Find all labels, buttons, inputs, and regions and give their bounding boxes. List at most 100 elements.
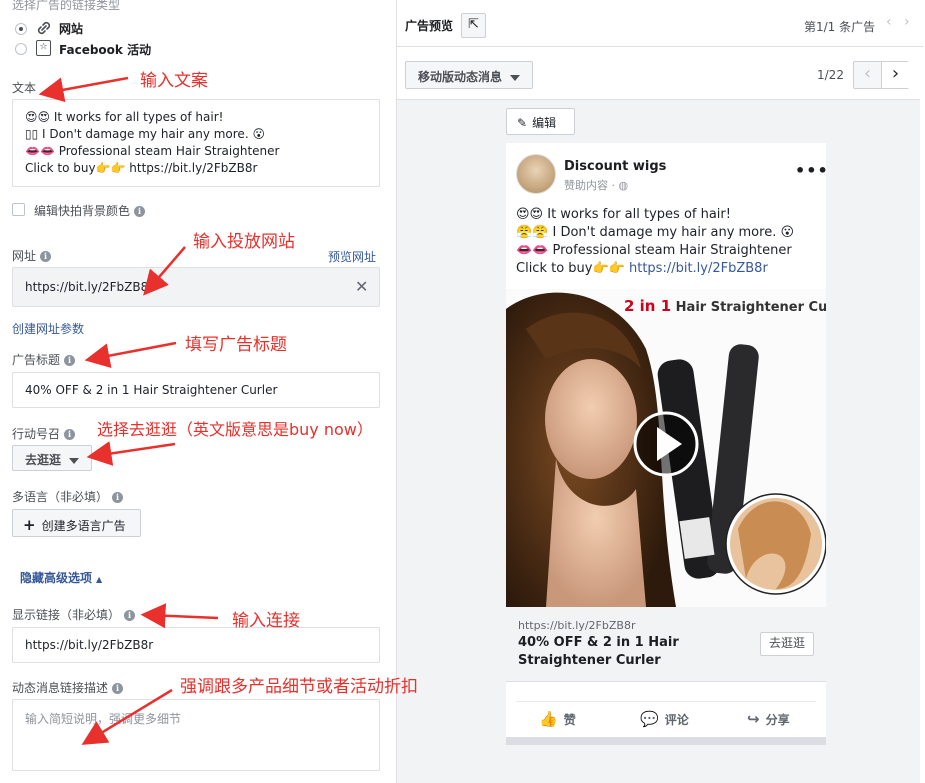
link-icon	[35, 19, 53, 37]
headline-label: 广告标题	[12, 353, 61, 367]
text-line: Click to buy👉👉 https://bit.ly/2FbZB8r	[25, 161, 258, 175]
more-options-icon[interactable]: •••	[795, 161, 829, 180]
share-icon: ↪	[747, 710, 760, 728]
preview-title: 广告预览	[405, 19, 454, 33]
create-url-params-link[interactable]: 创建网址参数	[12, 320, 84, 337]
placement-value: 移动版动态消息	[418, 70, 503, 84]
card-footer-bar	[506, 737, 826, 745]
display-link-input[interactable]: https://bit.ly/2FbZB8r	[12, 627, 380, 663]
thumbs-up-icon: 👍	[539, 710, 558, 728]
open-external-icon[interactable]: ⇱	[461, 13, 486, 38]
post-text: 😍😍 It works for all types of hair! 😤😤 I …	[516, 206, 821, 278]
headline-input-value: 40% OFF & 2 in 1 Hair Straightener Curle…	[25, 383, 278, 397]
caret-down-icon	[69, 457, 80, 464]
prev-page-icon[interactable]: ‹	[854, 62, 881, 88]
clear-icon[interactable]: ✕	[355, 277, 368, 296]
pager: ‹ ›	[853, 61, 909, 89]
radio-facebook-event[interactable]	[15, 43, 27, 55]
cta-label: 行动号召	[12, 427, 61, 441]
plus-icon: +	[23, 516, 36, 534]
annotation-text: 输入文案	[140, 71, 208, 91]
link-type-label: 选择广告的链接类型	[12, 0, 121, 12]
multilang-label: 多语言（非必填）	[12, 490, 109, 504]
ad-image-art	[506, 292, 826, 607]
text-label: 文本	[12, 81, 37, 95]
share-label: 分享	[765, 713, 790, 727]
ad-preview-panel: 广告预览 ⇱ 第1/1 条广告 ‹ › 移动版动态消息 1/22 ‹ › ✎ 编辑…	[397, 0, 925, 783]
url-label: 网址	[12, 249, 37, 263]
globe-icon: ◍	[618, 179, 629, 192]
post-link[interactable]: https://bit.ly/2FbZB8r	[629, 261, 768, 276]
post-line: 👄👄 Professional steam Hair Straightener	[516, 243, 792, 258]
placement-dropdown[interactable]: 移动版动态消息	[405, 61, 533, 89]
link-headline: 40% OFF & 2 in 1 Hair Straightener Curle…	[518, 635, 679, 668]
page-avatar	[516, 154, 556, 194]
header-divider	[397, 46, 923, 47]
post-line: 😤😤 I Don't damage my hair any more. 😮	[516, 225, 795, 240]
edit-bg-color-label: 编辑快拍背景颜色	[34, 204, 131, 218]
info-icon: i	[40, 251, 52, 262]
link-section[interactable]: https://bit.ly/2FbZB8r 40% OFF & 2 in 1 …	[506, 607, 826, 681]
like-action[interactable]: 👍 赞	[539, 710, 576, 728]
post-line: Click to buy👉👉	[516, 261, 629, 276]
option-website-label: 网站	[59, 22, 84, 36]
link-url: https://bit.ly/2FbZB8r	[518, 619, 636, 632]
caret-up-icon: ▲	[96, 575, 103, 584]
share-action[interactable]: ↪ 分享	[747, 710, 790, 728]
headline-input[interactable]: 40% OFF & 2 in 1 Hair Straightener Curle…	[12, 372, 380, 408]
cta-dropdown-value: 去逛逛	[25, 453, 62, 467]
page-name[interactable]: Discount wigs	[564, 159, 666, 174]
pencil-icon: ✎	[517, 116, 528, 130]
page-indicator: 1/22	[817, 68, 844, 82]
edit-button[interactable]: ✎ 编辑	[506, 108, 575, 135]
comment-icon: 💬	[640, 710, 659, 728]
ad-video-thumbnail[interactable]: 2 in 1 Hair Straightener Curler	[506, 289, 826, 607]
news-desc-textarea[interactable]: 输入简短说明，强调更多细节	[12, 699, 380, 771]
display-link-label: 显示链接（非必填）	[12, 608, 121, 622]
info-icon: i	[64, 355, 76, 366]
info-icon: i	[134, 206, 146, 217]
url-input-value: https://bit.ly/2FbZB8r	[25, 280, 154, 294]
next-ad-icon[interactable]: ›	[904, 14, 910, 30]
annotation-headline: 填写广告标题	[185, 335, 287, 355]
annotation-display-link: 输入连接	[232, 611, 300, 631]
calendar-star-icon: ☆	[36, 40, 51, 56]
url-input[interactable]: https://bit.ly/2FbZB8r ✕	[12, 267, 380, 307]
like-label: 赞	[563, 713, 576, 727]
next-page-icon[interactable]: ›	[882, 62, 909, 88]
comment-label: 评论	[664, 713, 689, 727]
post-line: 😍😍 It works for all types of hair!	[516, 207, 731, 222]
annotation-cta: 选择去逛逛（英文版意思是buy now）	[97, 420, 373, 439]
text-line: 😍😍 It works for all types of hair!	[25, 110, 224, 124]
annotation-url: 输入投放网站	[193, 232, 295, 252]
info-icon: i	[64, 429, 76, 440]
caret-down-icon	[510, 74, 521, 81]
post-card: Discount wigs 赞助内容 · ◍ ••• 😍😍 It works f…	[506, 143, 829, 745]
comment-action[interactable]: 💬 评论	[640, 710, 689, 728]
hide-advanced-link[interactable]: 隐藏高级选项	[20, 571, 92, 585]
info-icon: i	[124, 610, 136, 621]
edit-bg-color-checkbox[interactable]	[12, 203, 25, 216]
sponsored-label: 赞助内容 ·	[564, 179, 619, 192]
news-desc-label: 动态消息链接描述	[12, 681, 109, 695]
preview-url-link[interactable]: 预览网址	[328, 248, 376, 265]
annotation-description: 强调跟多产品细节或者活动折扣	[180, 677, 418, 697]
image-title: 2 in 1 Hair Straightener Curler	[624, 297, 826, 315]
ad-editor-panel: 选择广告的链接类型 网站 ☆ Facebook 活动 文本 😍😍 It work…	[0, 0, 397, 783]
create-multilang-label: 创建多语言广告	[41, 519, 126, 533]
radio-website[interactable]	[15, 23, 27, 35]
prev-ad-icon[interactable]: ‹	[886, 14, 892, 30]
ad-count: 第1/1 条广告	[804, 20, 876, 34]
text-line: ▯▯ I Don't damage my hair any more. 😮	[25, 127, 265, 141]
image-title-bold: 2 in 1	[624, 297, 672, 315]
info-icon: i	[112, 492, 124, 503]
primary-text-field[interactable]: 😍😍 It works for all types of hair! ▯▯ I …	[12, 99, 380, 187]
link-cta-button[interactable]: 去逛逛	[760, 632, 814, 656]
info-icon: i	[112, 683, 124, 694]
create-multilang-button[interactable]: + 创建多语言广告	[12, 509, 141, 537]
cta-dropdown[interactable]: 去逛逛	[12, 445, 92, 471]
text-line: 👄👄 Professional steam Hair Straightener	[25, 144, 280, 158]
edit-label: 编辑	[532, 116, 557, 130]
display-link-value: https://bit.ly/2FbZB8r	[25, 638, 154, 652]
news-desc-placeholder: 输入简短说明，强调更多细节	[25, 712, 182, 726]
